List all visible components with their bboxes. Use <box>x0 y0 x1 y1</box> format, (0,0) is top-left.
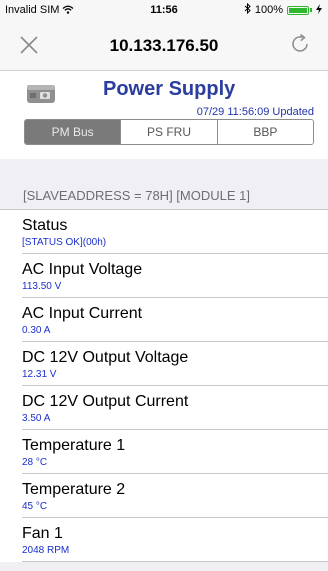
list-item-fan-1: Fan 1 2048 RPM <box>0 518 328 562</box>
item-value: 113.50 V <box>22 281 62 292</box>
updated-timestamp: 07/29 11:56:09 Updated <box>196 106 314 118</box>
list-item-status: Status [STATUS OK](00h) <box>0 210 328 254</box>
item-label: AC Input Current <box>22 305 143 322</box>
readings-list[interactable]: Status [STATUS OK](00h) AC Input Voltage… <box>0 210 328 562</box>
section-header-label: [SLAVEADDRESS = 78H] [MODULE 1] <box>23 188 250 203</box>
tab-ps-fru[interactable]: PS FRU <box>120 120 217 144</box>
item-value: [STATUS OK](00h) <box>22 237 107 248</box>
tab-bbp[interactable]: BBP <box>216 120 313 144</box>
item-label: Temperature 1 <box>22 437 126 454</box>
status-bar: Invalid SIM 11:56 100% <box>0 0 328 20</box>
page-title: Power Supply <box>103 78 236 100</box>
item-label: Temperature 2 <box>22 481 126 498</box>
battery-icon <box>287 5 309 15</box>
header: Power Supply 07/29 11:56:09 Updated PM B… <box>0 71 328 159</box>
item-value: 28 °C <box>22 457 48 468</box>
list-item-ac-input-voltage: AC Input Voltage 113.50 V <box>0 254 328 298</box>
item-value: 45 °C <box>22 501 48 512</box>
bluetooth-icon <box>244 2 251 17</box>
list-item-temperature-2: Temperature 2 45 °C <box>0 474 328 518</box>
tab-pm-bus[interactable]: PM Bus <box>25 120 121 144</box>
item-value: 12.31 V <box>22 369 57 380</box>
nav-bar: 10.133.176.50 <box>0 20 328 71</box>
item-label: Fan 1 <box>22 525 63 542</box>
battery-tip <box>310 8 312 12</box>
charging-icon <box>316 3 322 17</box>
section-header: [SLAVEADDRESS = 78H] [MODULE 1] <box>0 181 328 210</box>
refresh-icon[interactable] <box>288 32 312 56</box>
item-label: DC 12V Output Voltage <box>22 349 189 366</box>
list-item-dc-output-current: DC 12V Output Current 3.50 A <box>0 386 328 430</box>
segmented-tabs: PM Bus PS FRU BBP <box>24 119 314 145</box>
battery-percent: 100% <box>254 4 283 16</box>
item-label: AC Input Voltage <box>22 261 143 278</box>
power-supply-icon <box>26 83 56 105</box>
item-value: 3.50 A <box>22 413 51 424</box>
battery-level <box>289 7 307 13</box>
list-item-temperature-1: Temperature 1 28 °C <box>0 430 328 474</box>
status-right: 100% <box>244 2 322 17</box>
list-item-dc-output-voltage: DC 12V Output Voltage 12.31 V <box>0 342 328 386</box>
item-label: Status <box>22 217 68 234</box>
item-label: DC 12V Output Current <box>22 393 189 410</box>
list-item-ac-input-current: AC Input Current 0.30 A <box>0 298 328 342</box>
nav-title: 10.133.176.50 <box>109 36 219 55</box>
item-value: 2048 RPM <box>22 545 70 556</box>
item-value: 0.30 A <box>22 325 51 336</box>
